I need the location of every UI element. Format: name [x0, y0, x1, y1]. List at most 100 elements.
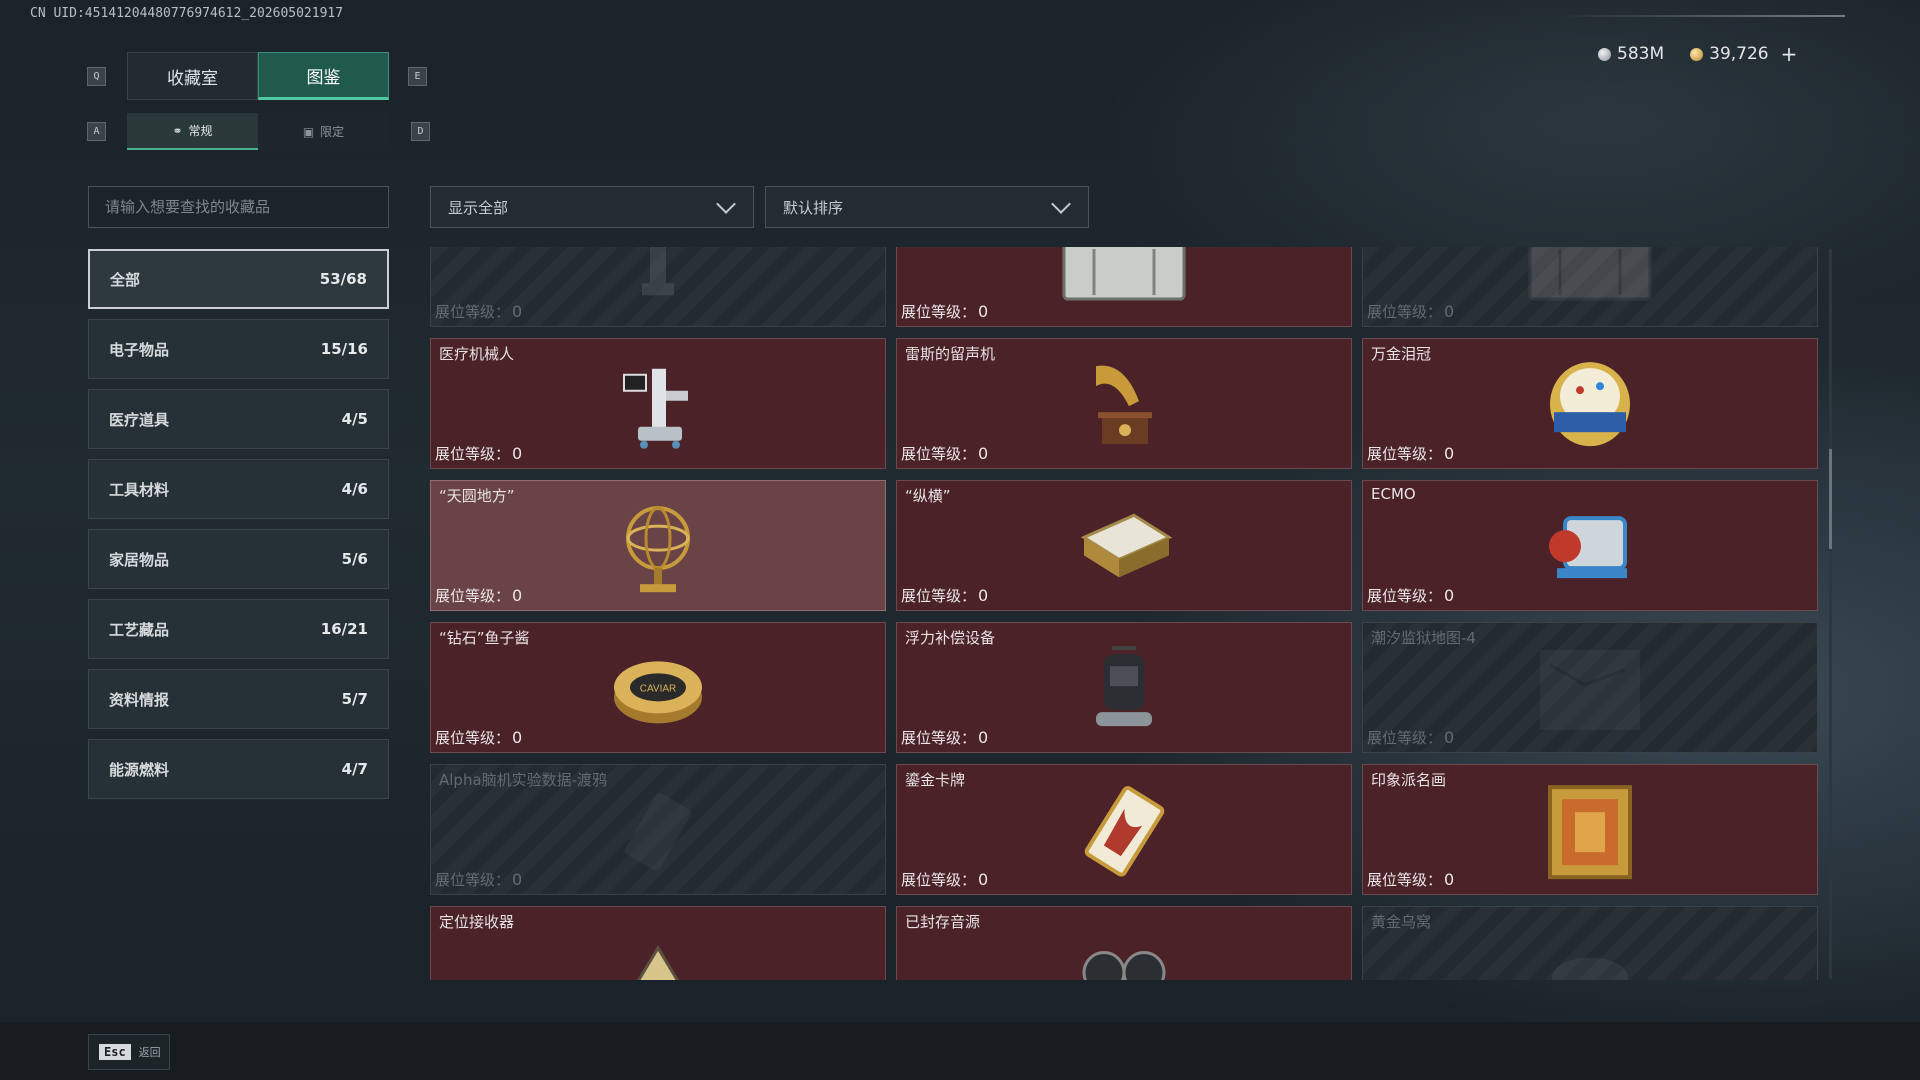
search-input[interactable]: [88, 186, 389, 228]
category-label: 工艺藏品: [109, 620, 170, 639]
collection-card[interactable]: 黄金乌窝展位等级：0: [1362, 906, 1818, 980]
level-value: 0: [512, 586, 523, 605]
sort-value: 默认排序: [783, 198, 844, 217]
map-icon: [1535, 644, 1645, 738]
level-label: 展位等级：: [1367, 729, 1443, 747]
grid-scrollbar[interactable]: [1829, 249, 1832, 979]
chevron-down-icon: [1051, 194, 1071, 214]
receiver-icon: [618, 937, 698, 980]
level-label: 展位等级：: [901, 303, 977, 321]
level-value: 0: [512, 870, 523, 889]
medical-robot-icon: [618, 360, 698, 454]
card-level: 展位等级： 0: [1367, 727, 1454, 748]
back-button[interactable]: Esc 返回: [88, 1034, 170, 1070]
category-crafts[interactable]: 工艺藏品 16/21: [88, 599, 389, 659]
category-label: 能源燃料: [109, 760, 170, 779]
card-level: 展位等级： 0: [901, 727, 988, 748]
level-value: 0: [978, 302, 989, 321]
collection-card[interactable]: 定位接收器展位等级：0: [430, 906, 886, 980]
key-hint-prev-subtab[interactable]: A: [87, 122, 106, 141]
armillary-sphere-icon: [618, 498, 698, 602]
data-drive-icon: [618, 786, 698, 880]
category-label: 医疗道具: [109, 410, 170, 429]
level-label: 展位等级：: [435, 587, 511, 605]
category-household[interactable]: 家居物品 5/6: [88, 529, 389, 589]
filter-dropdown[interactable]: 显示全部: [430, 186, 754, 228]
card-name: ECMO: [1371, 485, 1416, 503]
collection-card[interactable]: Alpha脑机实验数据-渡鸦 展位等级： 0: [430, 764, 886, 895]
category-electronics[interactable]: 电子物品 15/16: [88, 319, 389, 379]
category-intel[interactable]: 资料情报 5/7: [88, 669, 389, 729]
collection-card[interactable]: “天圆地方” 展位等级： 0: [430, 480, 886, 611]
subtab-regular[interactable]: ⚭ 常规: [127, 113, 258, 150]
collection-card[interactable]: 展位等级： 0: [1362, 247, 1818, 327]
collection-card[interactable]: 展位等级： 0: [896, 247, 1352, 327]
category-label: 电子物品: [109, 340, 170, 359]
card-name: 雷斯的留声机: [905, 345, 996, 363]
level-value: 0: [978, 586, 989, 605]
collection-card[interactable]: 医疗机械人 展位等级： 0: [430, 338, 886, 469]
key-hint-prev-tab[interactable]: Q: [87, 67, 106, 86]
level-value: 0: [978, 444, 989, 463]
category-count: 5/7: [341, 690, 368, 708]
jeweled-egg-icon: [1540, 356, 1640, 460]
category-tools[interactable]: 工具材料 4/6: [88, 459, 389, 519]
collection-card[interactable]: 展位等级： 0: [430, 247, 886, 327]
card-name: “纵横”: [905, 487, 951, 505]
card-level: 展位等级： 0: [901, 301, 988, 322]
tab-collection-room[interactable]: 收藏室: [127, 52, 258, 100]
currency-silver: 583M: [1598, 44, 1664, 64]
card-name: 印象派名画: [1371, 771, 1447, 789]
level-label: 展位等级：: [1367, 871, 1443, 889]
subtab-limited[interactable]: ▣ 限定: [258, 113, 389, 150]
gold-coin-icon: [1690, 47, 1704, 61]
level-label: 展位等级：: [901, 871, 977, 889]
collection-card[interactable]: 潮汐监狱地图-4 展位等级： 0: [1362, 622, 1818, 753]
collection-card[interactable]: 浮力补偿设备展位等级： 0: [896, 622, 1352, 753]
key-hint-next-subtab[interactable]: D: [411, 122, 430, 141]
gold-card-icon: [1074, 782, 1174, 886]
crate-icon: [1525, 247, 1655, 310]
tab-catalog[interactable]: 图鉴: [258, 52, 389, 100]
category-label: 家居物品: [109, 550, 170, 569]
crate-icon: [1059, 247, 1189, 310]
ecmo-machine-icon: [1535, 498, 1645, 602]
category-label: 资料情报: [109, 690, 170, 709]
card-name: “钻石”鱼子酱: [439, 629, 530, 647]
category-all[interactable]: 全部 53/68: [88, 249, 389, 309]
collection-card[interactable]: 已封存音源展位等级：0: [896, 906, 1352, 980]
collection-card[interactable]: ECMO 展位等级： 0: [1362, 480, 1818, 611]
silver-coin-icon: [1598, 47, 1611, 61]
gramophone-icon: [1084, 356, 1164, 460]
collection-card[interactable]: 印象派名画展位等级： 0: [1362, 764, 1818, 895]
category-count: 16/21: [320, 620, 368, 638]
scrollbar-thumb[interactable]: [1829, 449, 1832, 549]
card-level: 展位等级： 0: [1367, 443, 1454, 464]
card-name: 浮力补偿设备: [905, 629, 996, 647]
level-label: 展位等级：: [901, 445, 977, 463]
add-currency-button[interactable]: +: [1781, 42, 1798, 66]
collection-card[interactable]: 鎏金卡牌 展位等级： 0: [896, 764, 1352, 895]
caviar-tin-icon: CAVIAR: [608, 649, 708, 733]
collection-card[interactable]: CAVIAR “钻石”鱼子酱 展位等级： 0: [430, 622, 886, 753]
collection-card[interactable]: 雷斯的留声机展位等级： 0: [896, 338, 1352, 469]
level-value: 0: [1444, 444, 1455, 463]
currency-gold: 39,726 +: [1690, 42, 1797, 66]
framed-painting-icon: [1545, 782, 1635, 886]
category-energy[interactable]: 能源燃料 4/7: [88, 739, 389, 799]
golden-nest-icon: [1545, 942, 1635, 980]
category-medical[interactable]: 医疗道具 4/5: [88, 389, 389, 449]
collection-card[interactable]: 万金泪冠 展位等级： 0: [1362, 338, 1818, 469]
sort-dropdown[interactable]: 默认排序: [765, 186, 1089, 228]
subtab-limited-label: 限定: [320, 125, 345, 139]
key-hint-next-tab[interactable]: E: [408, 67, 427, 86]
collection-card[interactable]: “纵横” 展位等级： 0: [896, 480, 1352, 611]
category-label: 全部: [110, 270, 141, 289]
svg-text:CAVIAR: CAVIAR: [640, 683, 677, 694]
category-label: 工具材料: [109, 480, 170, 499]
card-name: “天圆地方”: [439, 487, 515, 505]
main-tabs: 收藏室 图鉴: [127, 52, 389, 100]
level-value: 0: [978, 870, 989, 889]
category-count: 15/16: [320, 340, 368, 358]
card-level: 展位等级： 0: [1367, 869, 1454, 890]
